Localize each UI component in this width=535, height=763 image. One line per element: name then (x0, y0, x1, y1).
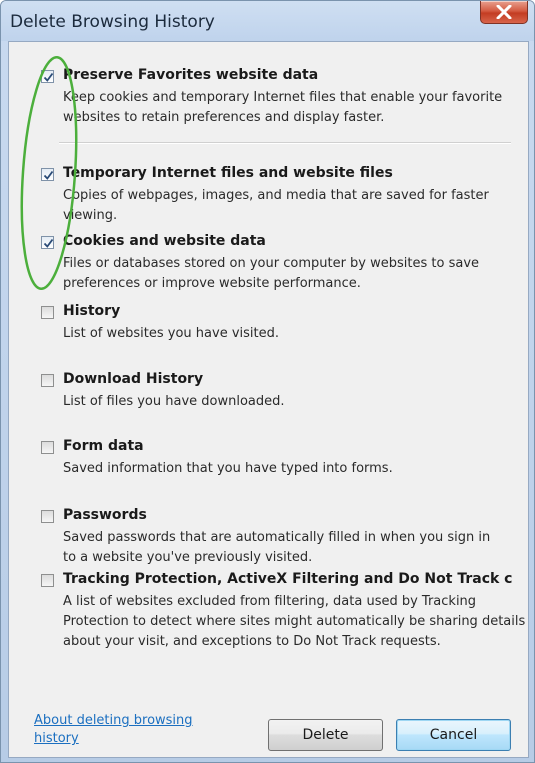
option-label: History (63, 303, 121, 319)
title-bar[interactable]: Delete Browsing History (1, 1, 534, 41)
checkbox-cookies[interactable] (41, 236, 54, 249)
dialog-window: Delete Browsing History Preserve Favorit… (0, 0, 535, 763)
option-description: Files or databases stored on your comput… (63, 256, 480, 291)
option-description: Saved information that you have typed in… (63, 461, 393, 476)
checkmark-icon (43, 72, 54, 82)
option-description: List of files you have downloaded. (63, 394, 285, 409)
checkbox-history[interactable] (41, 306, 54, 319)
option-description: Copies of webpages, images, and media th… (63, 188, 489, 223)
option-description: List of websites you have visited. (63, 326, 280, 341)
option-label: Form data (63, 438, 144, 454)
dialog-content: Preserve Favorites website data Keep coo… (8, 41, 529, 758)
option-label: Temporary Internet files and website fil… (63, 165, 393, 181)
delete-button[interactable]: Delete (268, 719, 383, 751)
close-x-icon (496, 5, 512, 19)
checkbox-preserve-favorites[interactable] (41, 70, 54, 83)
separator (59, 142, 511, 144)
option-description: Saved passwords that are automatically f… (63, 530, 491, 565)
cancel-button[interactable]: Cancel (396, 719, 511, 751)
checkbox-passwords[interactable] (41, 510, 54, 523)
checkbox-form-data[interactable] (41, 441, 54, 454)
option-description: Keep cookies and temporary Internet file… (63, 90, 503, 125)
option-label: Passwords (63, 507, 147, 523)
window-title: Delete Browsing History (10, 12, 215, 32)
checkmark-icon (43, 238, 54, 248)
option-label: Preserve Favorites website data (63, 67, 319, 83)
option-label: Download History (63, 371, 204, 387)
about-deleting-history-link[interactable]: About deleting browsing history (34, 712, 194, 748)
option-description: A list of websites excluded from filteri… (63, 594, 526, 649)
close-button[interactable] (480, 1, 528, 24)
checkbox-tracking-protection[interactable] (41, 574, 54, 587)
checkbox-download-history[interactable] (41, 374, 54, 387)
option-label: Tracking Protection, ActiveX Filtering a… (63, 571, 513, 587)
option-label: Cookies and website data (63, 233, 266, 249)
checkbox-temporary-files[interactable] (41, 168, 54, 181)
checkmark-icon (43, 170, 54, 180)
